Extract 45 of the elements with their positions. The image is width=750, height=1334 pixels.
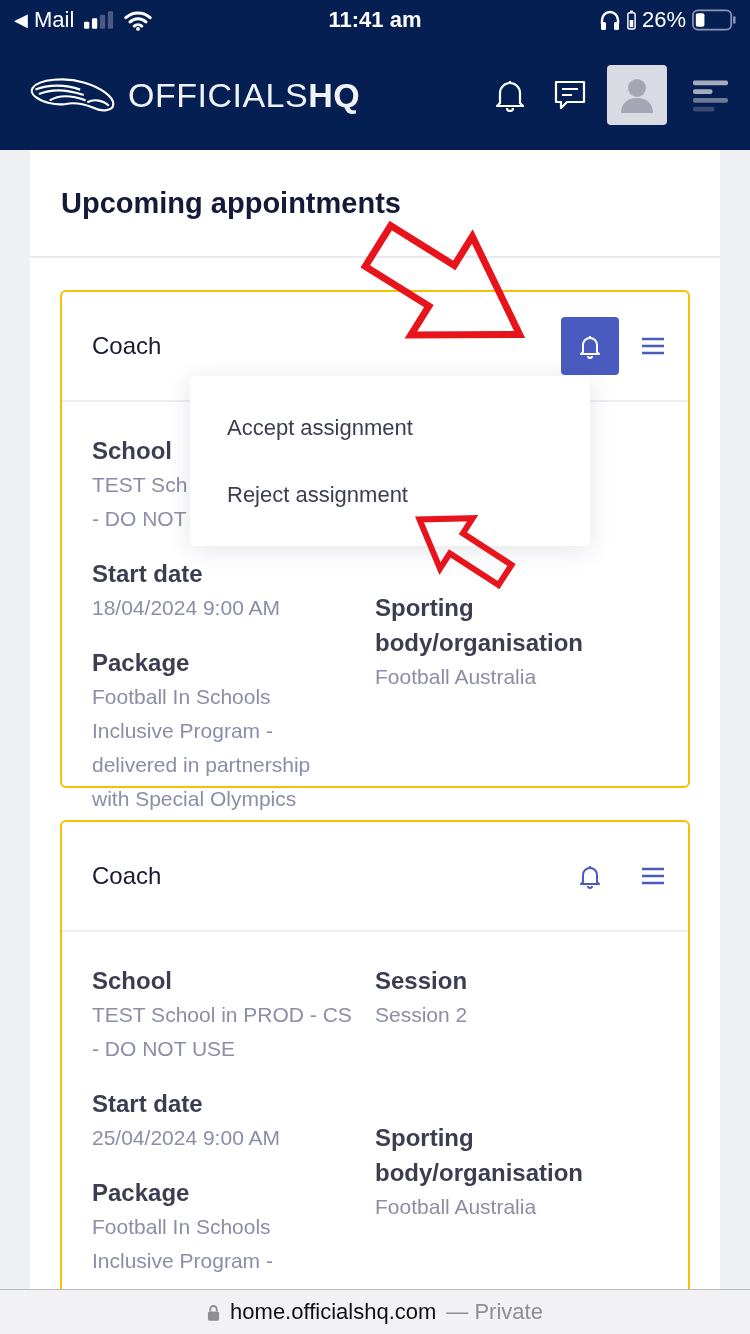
back-app-label[interactable]: Mail [34,7,75,33]
field-value: Football In Schools Inclusive Program - [92,1214,273,1274]
field-value: Session 2 [375,1002,468,1028]
back-arrow[interactable]: ◀ [14,9,28,31]
wifi-icon [124,9,153,31]
logo-drawing[interactable] [30,76,116,114]
logo-text[interactable]: OFFICIALSHQ [128,75,361,115]
bell-icon [578,863,602,889]
field-value: TEST School in PROD - CS - DO NOT USE [92,1002,352,1062]
field-value: 25/04/2024 9:00 AM [92,1125,280,1151]
field-value: Football In Schools Inclusive Program - delivered in partnership with Special Olympics [92,684,311,812]
private-label: — Private [446,1299,543,1325]
signal-icon [84,11,115,29]
battery-percent: 26% [641,7,686,33]
menu-icon[interactable] [693,78,728,112]
menu-item[interactable]: Accept assignment [190,394,590,461]
field-value: Football Australia [375,664,537,690]
battery-small-icon [626,9,636,31]
url-text[interactable]: home.officialshq.com [230,1299,437,1325]
field-label: Sporting body/organisation [375,1123,583,1188]
field-label: Sporting body/organisation [375,593,583,658]
field-label: Start date [92,1089,204,1119]
notification-button[interactable] [561,317,619,375]
field-value: 18/04/2024 9:00 AM [92,595,280,621]
field-value: TEST Sch - DO NOT [92,472,188,532]
menu-icon[interactable] [642,336,664,356]
field-value: Football Australia [375,1194,537,1220]
role-title: Coach [92,862,163,890]
lock-icon [207,1303,221,1321]
menu-icon[interactable] [642,866,664,886]
section-title: Upcoming appointments [61,186,401,220]
notification-bell-icon[interactable] [494,78,526,112]
field-label: Start date [92,559,204,589]
field-label: School [92,966,173,996]
field-label: Package [92,648,191,678]
bell-icon [578,333,602,359]
field-label: Package [92,1178,191,1208]
menu-item[interactable]: Reject assignment [190,461,590,528]
chat-icon[interactable] [553,78,587,112]
battery-icon [692,9,736,31]
role-title: Coach [92,332,163,360]
field-label: Session [375,966,468,996]
headphones-icon [598,9,621,31]
status-time: 11:41 am [328,7,422,33]
field-label: School [92,436,173,466]
